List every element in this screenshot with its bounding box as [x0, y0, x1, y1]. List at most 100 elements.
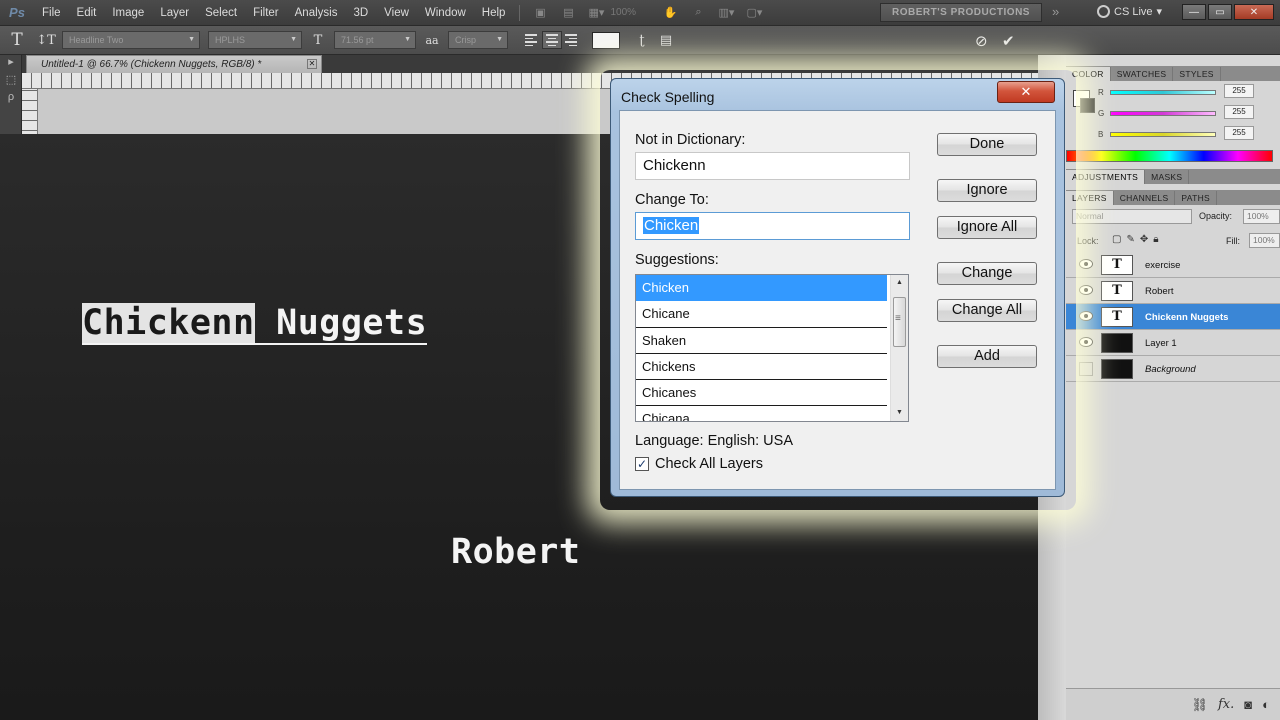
color-slider-r[interactable]: R — [1098, 87, 1228, 97]
link-layers-icon[interactable]: ⛓ — [1191, 697, 1208, 713]
color-value-r[interactable]: 255 — [1224, 84, 1254, 98]
adjustment-layer-icon[interactable]: ◐ — [1262, 697, 1270, 712]
ignore-all-button[interactable]: Ignore All — [937, 216, 1037, 239]
maximize-button[interactable]: ▭ — [1208, 4, 1232, 20]
background-color-swatch[interactable] — [1080, 98, 1095, 113]
menu-help[interactable]: Help — [474, 7, 514, 19]
tab-channels[interactable]: CHANNELS — [1114, 191, 1176, 205]
color-value-g[interactable]: 255 — [1224, 105, 1254, 119]
tab-swatches[interactable]: SWATCHES — [1111, 67, 1174, 81]
commit-edits-icon[interactable]: ✔ — [1002, 32, 1015, 50]
character-panel-icon[interactable]: ▤ — [654, 33, 678, 48]
suggestion-item[interactable]: Chicanes — [636, 380, 887, 407]
marquee-tool-icon[interactable]: ⬚ — [0, 73, 22, 91]
menu-image[interactable]: Image — [104, 7, 152, 19]
font-family-select[interactable]: Headline Two ▼ — [62, 31, 200, 49]
document-tab[interactable]: Untitled-1 @ 66.7% (Chickenn Nuggets, RG… — [26, 55, 322, 73]
menu-filter[interactable]: Filter — [245, 7, 287, 19]
suggestion-item[interactable]: Shaken — [636, 328, 887, 354]
layer-row[interactable]: Layer 1 — [1066, 330, 1280, 356]
suggestion-item[interactable]: Chicken — [636, 275, 887, 302]
eye-icon[interactable] — [1079, 285, 1093, 295]
antialias-select[interactable]: Crisp ▼ — [448, 31, 508, 49]
menu-view[interactable]: View — [376, 7, 417, 19]
menu-window[interactable]: Window — [417, 7, 474, 19]
change-all-button[interactable]: Change All — [937, 299, 1037, 322]
fx-icon[interactable]: fx. — [1218, 697, 1234, 712]
screen-mode-icon[interactable]: ▢▾ — [743, 5, 765, 21]
menu-file[interactable]: File — [34, 7, 69, 19]
eye-icon[interactable] — [1079, 259, 1093, 269]
color-slider-b[interactable]: B — [1098, 129, 1228, 139]
menu-3d[interactable]: 3D — [345, 7, 376, 19]
done-button[interactable]: Done — [937, 133, 1037, 156]
check-all-layers-option[interactable]: ✓ Check All Layers — [635, 456, 763, 472]
text-color-swatch[interactable] — [592, 31, 620, 49]
ignore-button[interactable]: Ignore — [937, 179, 1037, 202]
layer-row[interactable]: T Robert — [1066, 278, 1280, 304]
suggestion-item[interactable]: Chicana — [636, 406, 887, 421]
check-all-layers-checkbox[interactable]: ✓ — [635, 457, 649, 471]
tab-masks[interactable]: MASKS — [1145, 170, 1190, 184]
close-window-button[interactable]: ✕ — [1234, 4, 1274, 20]
lasso-tool-icon[interactable]: ρ — [0, 91, 22, 109]
cs-live-menu[interactable]: CS Live ▾ — [1097, 5, 1162, 18]
layer-row[interactable]: T exercise — [1066, 252, 1280, 278]
suggestion-item[interactable]: Chickens — [636, 354, 887, 381]
type-tool-icon[interactable]: T — [0, 30, 34, 50]
extras-icon[interactable]: ▦▾ — [585, 5, 607, 21]
layer-row[interactable]: Background — [1066, 356, 1280, 382]
align-center-button[interactable] — [542, 31, 562, 49]
mini-bridge-icon[interactable]: ▤ — [557, 5, 579, 21]
align-right-button[interactable] — [562, 31, 582, 49]
toggle-orientation-icon[interactable]: ↕T — [34, 33, 58, 48]
eye-icon[interactable] — [1079, 311, 1093, 321]
canvas-text-chickenn-nuggets[interactable]: Chickenn Nuggets — [82, 303, 428, 345]
scroll-down-icon[interactable]: ▼ — [891, 405, 908, 421]
opacity-input[interactable]: 100% — [1243, 209, 1280, 224]
suggestion-item[interactable]: Chicane — [636, 301, 887, 328]
not-in-dictionary-field[interactable]: Chickenn — [635, 152, 910, 180]
tab-adjustments[interactable]: ADJUSTMENTS — [1066, 170, 1146, 184]
arrange-documents-icon[interactable]: ▥▾ — [715, 5, 737, 21]
layer-row-selected[interactable]: T Chickenn Nuggets — [1066, 304, 1280, 330]
hand-tool-icon[interactable]: ✋ — [659, 5, 681, 21]
cancel-edits-icon[interactable]: ⊘ — [975, 32, 988, 50]
menu-layer[interactable]: Layer — [152, 7, 197, 19]
tab-styles[interactable]: STYLES — [1173, 67, 1221, 81]
workspace-switcher[interactable]: ROBERT'S PRODUCTIONS — [880, 3, 1042, 22]
canvas-text-robert[interactable]: Robert — [451, 532, 580, 572]
menu-edit[interactable]: Edit — [69, 7, 105, 19]
color-spectrum-ramp[interactable] — [1066, 150, 1273, 162]
add-button[interactable]: Add — [937, 345, 1037, 368]
more-workspaces-icon[interactable]: » — [1052, 4, 1059, 19]
visibility-box[interactable] — [1079, 362, 1093, 376]
blend-mode-select[interactable]: Normal — [1072, 209, 1192, 224]
font-style-select[interactable]: HPLHS ▼ — [208, 31, 302, 49]
move-tool-icon[interactable]: ▸ — [0, 55, 22, 73]
minimize-button[interactable]: — — [1182, 4, 1206, 20]
change-to-input[interactable]: Chicken — [635, 212, 910, 240]
color-value-b[interactable]: 255 — [1224, 126, 1254, 140]
fill-input[interactable]: 100% — [1249, 233, 1280, 248]
suggestions-list[interactable]: Chicken Chicane Shaken Chickens Chicanes… — [635, 274, 909, 422]
lock-options[interactable]: ▢✎✥🔒︎ — [1112, 234, 1164, 245]
scroll-up-icon[interactable]: ▲ — [891, 275, 908, 291]
zoom-tool-icon[interactable]: ⌕ — [687, 5, 709, 21]
bridge-icon[interactable]: ▣ — [529, 5, 551, 21]
close-icon[interactable]: ✕ — [307, 59, 317, 69]
add-mask-icon[interactable]: ◙ — [1244, 697, 1252, 712]
menu-analysis[interactable]: Analysis — [287, 7, 346, 19]
change-button[interactable]: Change — [937, 262, 1037, 285]
align-left-button[interactable] — [522, 31, 542, 49]
font-size-select[interactable]: 71.56 pt ▼ — [334, 31, 416, 49]
warp-text-icon[interactable]: ʈ — [630, 33, 654, 48]
scrollbar-thumb[interactable] — [893, 297, 906, 347]
suggestions-scrollbar[interactable]: ▲ ▼ — [890, 275, 908, 421]
dialog-close-button[interactable]: ✕ — [997, 81, 1055, 103]
menu-select[interactable]: Select — [197, 7, 245, 19]
color-slider-g[interactable]: G — [1098, 108, 1228, 118]
zoom-level[interactable]: 100% — [610, 7, 656, 18]
eye-icon[interactable] — [1079, 337, 1093, 347]
tab-paths[interactable]: PATHS — [1175, 191, 1217, 205]
